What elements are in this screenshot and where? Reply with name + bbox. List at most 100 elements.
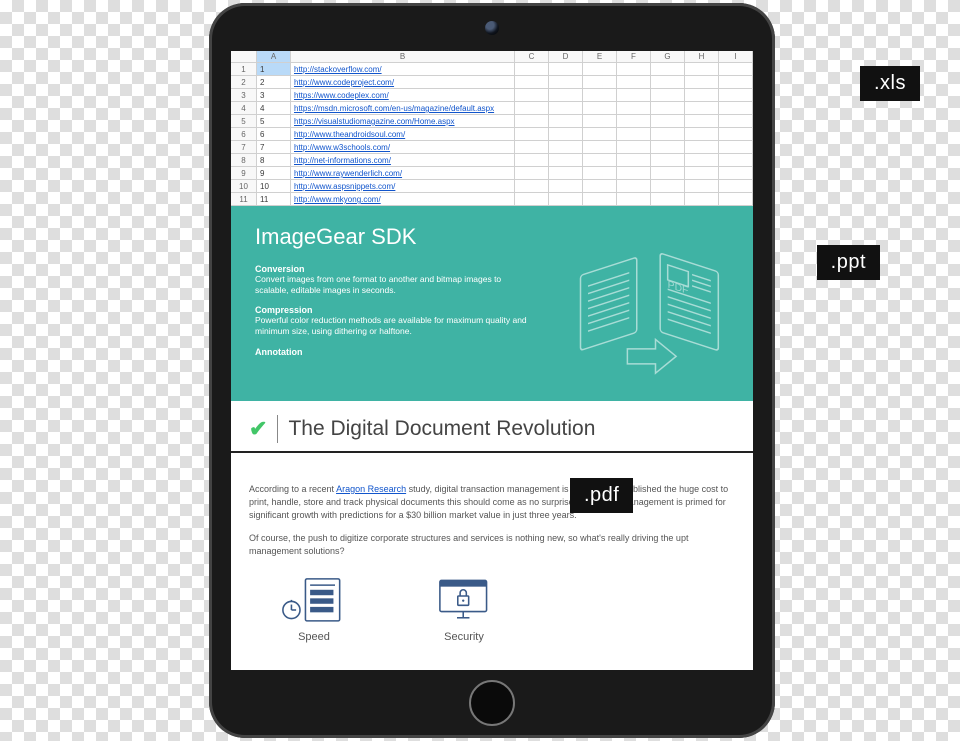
cell[interactable] <box>617 63 651 75</box>
cell[interactable] <box>515 128 549 140</box>
row-number[interactable]: 9 <box>231 167 257 179</box>
cell[interactable] <box>583 102 617 114</box>
table-row[interactable]: 11http://stackoverflow.com/ <box>231 63 753 76</box>
column-header-e[interactable]: E <box>583 51 617 62</box>
cell-a[interactable]: 11 <box>257 193 291 205</box>
cell-a[interactable]: 2 <box>257 76 291 88</box>
table-row[interactable]: 44https://msdn.microsoft.com/en-us/magaz… <box>231 102 753 115</box>
cell-a[interactable]: 1 <box>257 63 291 75</box>
cell[interactable] <box>617 154 651 166</box>
cell[interactable] <box>719 141 753 153</box>
column-header-h[interactable]: H <box>685 51 719 62</box>
cell[interactable] <box>719 76 753 88</box>
column-header-g[interactable]: G <box>651 51 685 62</box>
cell[interactable] <box>685 154 719 166</box>
cell[interactable] <box>617 102 651 114</box>
cell[interactable] <box>651 102 685 114</box>
cell[interactable] <box>549 102 583 114</box>
cell-a[interactable]: 9 <box>257 167 291 179</box>
column-header-i[interactable]: I <box>719 51 753 62</box>
table-row[interactable]: 66http://www.theandroidsoul.com/ <box>231 128 753 141</box>
corner-cell[interactable] <box>231 51 257 62</box>
cell[interactable] <box>583 76 617 88</box>
cell[interactable] <box>685 89 719 101</box>
row-number[interactable]: 3 <box>231 89 257 101</box>
cell[interactable] <box>685 102 719 114</box>
cell[interactable] <box>549 180 583 192</box>
cell-a[interactable]: 3 <box>257 89 291 101</box>
column-header-c[interactable]: C <box>515 51 549 62</box>
cell[interactable] <box>719 89 753 101</box>
cell[interactable] <box>719 180 753 192</box>
column-header-f[interactable]: F <box>617 51 651 62</box>
cell[interactable] <box>583 167 617 179</box>
cell-b-link[interactable]: https://msdn.microsoft.com/en-us/magazin… <box>291 102 515 114</box>
cell-b-link[interactable]: http://www.codeproject.com/ <box>291 76 515 88</box>
table-row[interactable]: 55https://visualstudiomagazine.com/Home.… <box>231 115 753 128</box>
cell[interactable] <box>651 180 685 192</box>
cell[interactable] <box>549 141 583 153</box>
cell[interactable] <box>549 128 583 140</box>
cell[interactable] <box>549 167 583 179</box>
cell[interactable] <box>515 102 549 114</box>
cell-a[interactable]: 4 <box>257 102 291 114</box>
tablet-home-button[interactable] <box>469 680 515 726</box>
cell[interactable] <box>685 167 719 179</box>
cell[interactable] <box>685 76 719 88</box>
cell[interactable] <box>583 115 617 127</box>
table-row[interactable]: 1010http://www.aspsnippets.com/ <box>231 180 753 193</box>
cell[interactable] <box>651 63 685 75</box>
cell[interactable] <box>617 115 651 127</box>
cell[interactable] <box>583 141 617 153</box>
column-header-a[interactable]: A <box>257 51 291 62</box>
cell[interactable] <box>617 167 651 179</box>
cell[interactable] <box>515 89 549 101</box>
cell[interactable] <box>685 63 719 75</box>
cell[interactable] <box>617 193 651 205</box>
table-row[interactable]: 33https://www.codeplex.com/ <box>231 89 753 102</box>
cell-a[interactable]: 5 <box>257 115 291 127</box>
cell[interactable] <box>617 141 651 153</box>
cell[interactable] <box>515 76 549 88</box>
cell-b-link[interactable]: http://www.aspsnippets.com/ <box>291 180 515 192</box>
cell[interactable] <box>583 128 617 140</box>
cell[interactable] <box>719 102 753 114</box>
table-row[interactable]: 99http://www.raywenderlich.com/ <box>231 167 753 180</box>
cell[interactable] <box>719 115 753 127</box>
row-number[interactable]: 2 <box>231 76 257 88</box>
cell[interactable] <box>651 193 685 205</box>
cell[interactable] <box>651 128 685 140</box>
cell[interactable] <box>549 193 583 205</box>
row-number[interactable]: 5 <box>231 115 257 127</box>
cell[interactable] <box>617 180 651 192</box>
cell[interactable] <box>651 141 685 153</box>
column-header-b[interactable]: B <box>291 51 515 62</box>
table-row[interactable]: 22http://www.codeproject.com/ <box>231 76 753 89</box>
cell-b-link[interactable]: http://www.w3schools.com/ <box>291 141 515 153</box>
table-row[interactable]: 88http://net-informations.com/ <box>231 154 753 167</box>
cell[interactable] <box>617 76 651 88</box>
row-number[interactable]: 10 <box>231 180 257 192</box>
cell[interactable] <box>685 128 719 140</box>
cell[interactable] <box>719 128 753 140</box>
row-number[interactable]: 8 <box>231 154 257 166</box>
cell[interactable] <box>515 180 549 192</box>
table-row[interactable]: 77http://www.w3schools.com/ <box>231 141 753 154</box>
cell[interactable] <box>719 154 753 166</box>
cell-a[interactable]: 6 <box>257 128 291 140</box>
cell[interactable] <box>651 154 685 166</box>
cell[interactable] <box>583 89 617 101</box>
table-row[interactable]: 1111http://www.mkyong.com/ <box>231 193 753 206</box>
cell[interactable] <box>685 115 719 127</box>
cell[interactable] <box>515 115 549 127</box>
cell[interactable] <box>549 76 583 88</box>
cell-a[interactable]: 10 <box>257 180 291 192</box>
cell-b-link[interactable]: http://www.theandroidsoul.com/ <box>291 128 515 140</box>
cell[interactable] <box>685 193 719 205</box>
cell[interactable] <box>617 89 651 101</box>
row-number[interactable]: 4 <box>231 102 257 114</box>
aragon-research-link[interactable]: Aragon Research <box>336 484 406 494</box>
cell[interactable] <box>515 63 549 75</box>
cell-b-link[interactable]: https://visualstudiomagazine.com/Home.as… <box>291 115 515 127</box>
cell-b-link[interactable]: https://www.codeplex.com/ <box>291 89 515 101</box>
